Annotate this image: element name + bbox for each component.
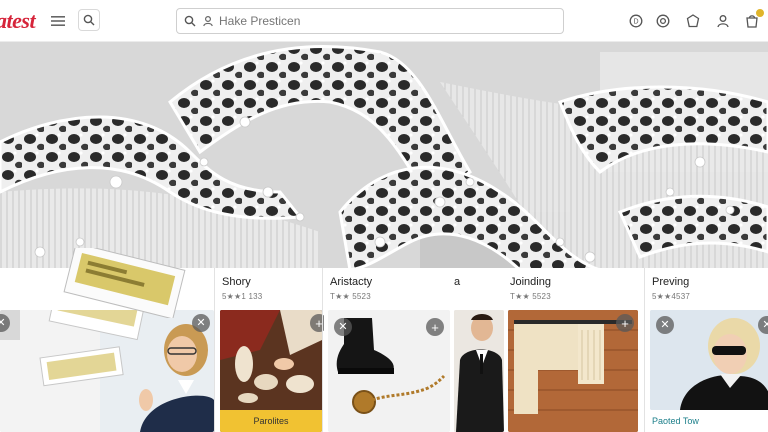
close-icon[interactable]: ✕ — [656, 316, 674, 334]
search-bar[interactable] — [176, 8, 564, 34]
user-icon[interactable] — [714, 12, 732, 30]
add-icon[interactable]: + — [616, 314, 634, 332]
card-title: a — [454, 276, 461, 288]
card-title: Aristacty — [330, 276, 373, 288]
card-title: Shory — [222, 276, 251, 288]
product-card[interactable]: Joinding T★★ 5523 + — [504, 268, 642, 432]
menu-icon[interactable] — [48, 11, 68, 31]
card-divider — [214, 268, 215, 432]
card-title: Joinding — [510, 276, 551, 288]
search-icon — [183, 14, 197, 28]
search-icon[interactable] — [78, 9, 100, 31]
settings-icon[interactable] — [654, 12, 672, 30]
product-card[interactable]: Preving 5★★4537 ✕ ✕ Paoted Tow — [646, 268, 768, 432]
cart-badge — [756, 9, 764, 17]
product-card[interactable]: Aristacty T★★ 5523 ✕ + — [324, 268, 454, 432]
lace-sculpture-illustration — [0, 42, 768, 270]
close-icon[interactable]: ✕ — [334, 318, 352, 336]
search-input[interactable] — [219, 14, 519, 28]
svg-text:D: D — [633, 19, 638, 26]
shield-icon[interactable] — [684, 12, 702, 30]
add-icon[interactable]: + — [426, 318, 444, 336]
card-rating: T★★ 5523 — [510, 292, 551, 301]
logo[interactable]: atest — [0, 8, 36, 34]
card-caption: Paoted Tow — [652, 416, 699, 426]
card-caption: Parolites — [220, 410, 322, 432]
coin-icon[interactable]: D — [627, 12, 645, 30]
card-title: Preving — [652, 276, 690, 288]
user-icon — [201, 14, 215, 28]
card-divider — [644, 268, 645, 432]
top-bar: atest D — [0, 0, 768, 42]
card-image — [454, 310, 504, 432]
page: atest D — [0, 0, 768, 432]
product-card[interactable]: a — [450, 268, 504, 432]
card-rating: T★★ 5523 — [330, 292, 371, 301]
hero-image — [0, 42, 768, 270]
card-image — [0, 310, 214, 432]
product-card[interactable]: Shory 5★★1 133 Parolites + — [216, 268, 328, 432]
product-cards-row: ✕ ✕ Shory 5★★1 133 Parolites + Aristacty… — [0, 248, 768, 432]
cart-icon[interactable] — [743, 9, 764, 30]
card-divider — [322, 268, 323, 432]
card-rating: 5★★1 133 — [222, 292, 263, 301]
floating-card-illustration — [63, 248, 186, 318]
card-image: Parolites — [220, 310, 322, 432]
close-icon[interactable]: ✕ — [192, 314, 210, 332]
card-rating: 5★★4537 — [652, 292, 690, 301]
